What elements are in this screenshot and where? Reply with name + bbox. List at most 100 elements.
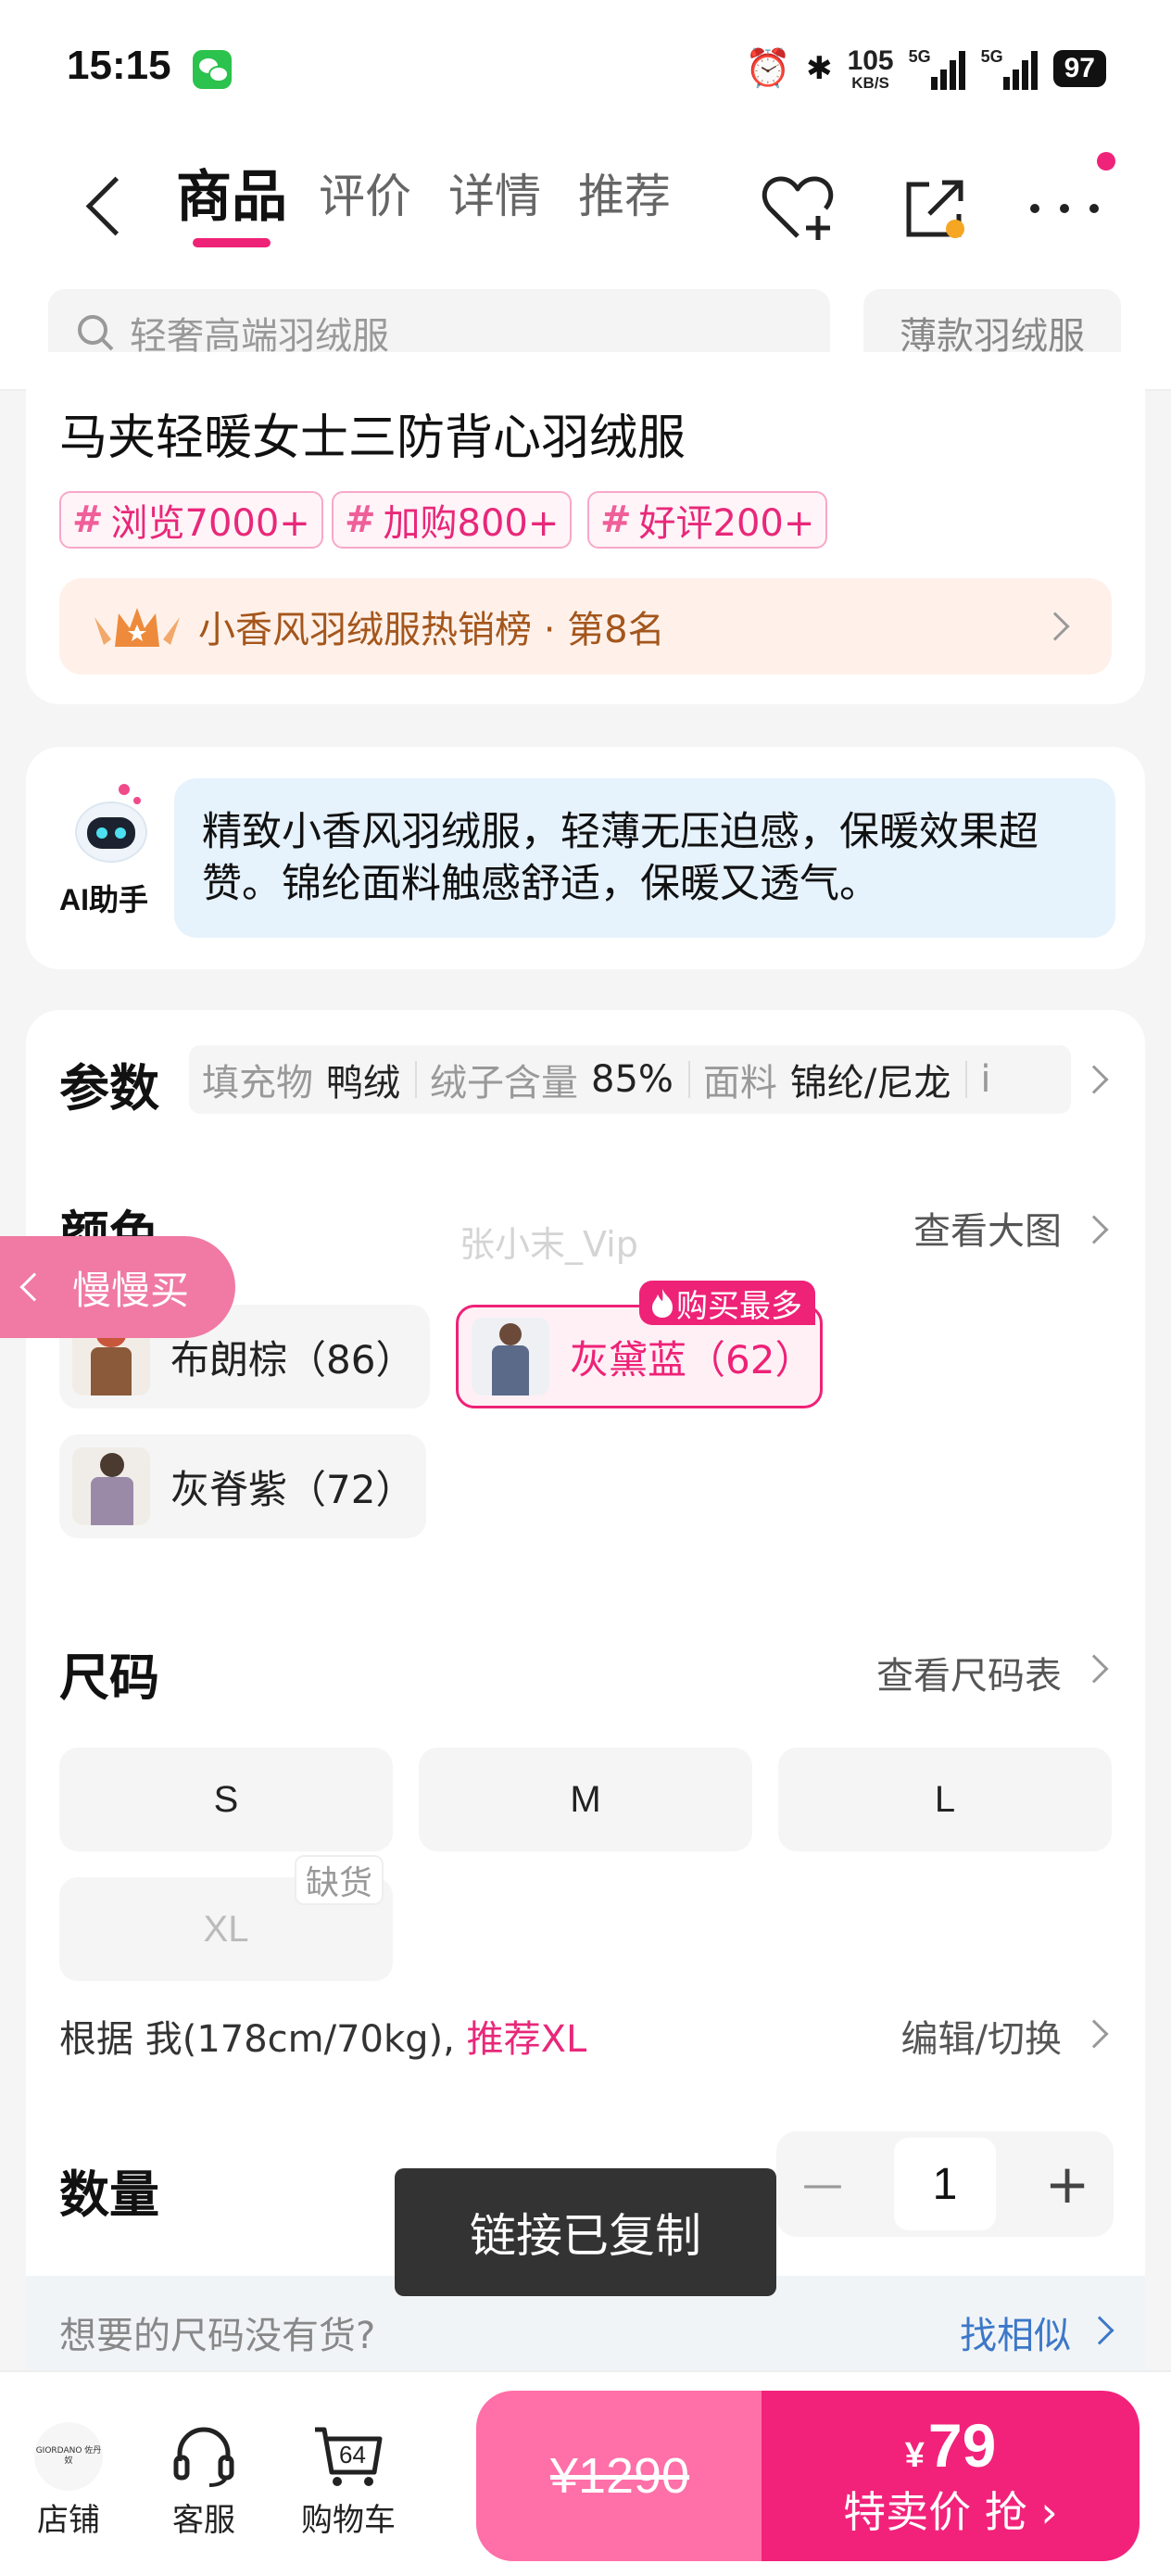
param-key: 面料 [702, 1062, 777, 1105]
tab-details[interactable]: 详情 [448, 159, 541, 226]
signal-icon-1: 5G [909, 47, 966, 90]
robot-icon [75, 784, 147, 863]
fire-icon [652, 1289, 673, 1318]
service-label: 客服 [172, 2502, 235, 2539]
param-value: 85% [591, 1058, 674, 1101]
slow-buy-label: 慢慢买 [72, 1267, 190, 1313]
find-similar-link[interactable]: 找相似 [960, 2305, 1071, 2359]
watermark: 张小末_Vip [460, 1224, 638, 1265]
ai-assistant-label: AI助手 [59, 883, 149, 916]
color-thumb-grey-blue [472, 1318, 549, 1395]
top-nav: 商品 评价 详情 推荐 [0, 139, 1171, 278]
cart-label: 购物车 [301, 2502, 396, 2539]
search-icon [78, 315, 114, 351]
customer-service-button[interactable]: 客服 [148, 2424, 259, 2540]
best-seller-badge: 购买最多 [639, 1281, 815, 1325]
color-label-grey-blue: 灰黛蓝（62） [570, 1336, 814, 1383]
product-title: 马夹轻暖女士三防背心羽绒服 [59, 410, 686, 466]
tag-views[interactable]: # 浏览7000+ [59, 491, 323, 549]
shop-logo-icon: GIORDANO 佐丹奴 [31, 2422, 106, 2491]
sale-price: ¥79 [904, 2410, 997, 2480]
back-icon[interactable] [80, 167, 132, 241]
status-bar: 15:15 ⏰ ✱ 105 KB/S 5G 5G 97 [0, 0, 1171, 139]
net-speed: 105 KB/S [848, 46, 894, 92]
quantity-stepper: — 1 + [776, 2131, 1114, 2237]
quantity-plus-button[interactable]: + [1021, 2131, 1114, 2237]
size-option-s[interactable]: S [59, 1748, 393, 1851]
favorite-heart-icon[interactable] [756, 167, 839, 250]
toast-message: 链接已复制 [395, 2168, 776, 2296]
sale-currency: ¥ [904, 2435, 925, 2475]
size-option-m[interactable]: M [419, 1748, 752, 1851]
params-title: 参数 [59, 1059, 159, 1118]
hint-text: 想要的尺码没有货? [59, 2315, 376, 2357]
sale-cta: 特卖价 抢 › [843, 2487, 1058, 2538]
ai-summary-text: 精致小香风羽绒服，轻薄无压迫感，保暖效果超赞。锦纶面料触感舒适，保暖又透气。 [174, 778, 1115, 938]
more-icon[interactable] [1023, 167, 1106, 250]
tag-good-reviews[interactable]: # 好评200+ [587, 491, 828, 549]
tab-product[interactable]: 商品 [176, 152, 287, 247]
slow-buy-floating-button[interactable]: 慢慢买 [0, 1236, 235, 1338]
size-title: 尺码 [59, 1648, 159, 1707]
quantity-title: 数量 [59, 2166, 159, 2224]
share-icon[interactable] [893, 167, 976, 250]
color-label-brown: 布朗棕（86） [170, 1336, 415, 1383]
chevron-right-icon[interactable] [1079, 1065, 1109, 1094]
headset-icon [167, 2424, 241, 2489]
original-price-button[interactable]: ¥1290 [476, 2391, 763, 2561]
best-seller-label: 购买最多 [676, 1287, 802, 1325]
signal-label-1: 5G [908, 47, 931, 66]
signal-icon-2: 5G [981, 47, 1039, 90]
chevron-right-icon [1085, 2316, 1114, 2345]
cart-count: 64 [339, 2441, 366, 2469]
param-key: 填充物 [202, 1062, 313, 1105]
battery-indicator: 97 [1052, 50, 1106, 87]
cart-button[interactable]: 64 购物车 [293, 2424, 404, 2540]
cart-icon: 64 [311, 2424, 385, 2489]
quantity-value[interactable]: 1 [894, 2138, 996, 2230]
tag-cart-adds[interactable]: # 加购800+ [332, 491, 573, 549]
shop-logo-text: GIORDANO 佐丹奴 [34, 2422, 103, 2491]
view-large-image-link[interactable]: 查看大图 [913, 1201, 1062, 1255]
out-of-stock-badge: 缺货 [295, 1855, 384, 1905]
net-speed-unit: KB/S [851, 73, 889, 92]
notification-dot [1097, 152, 1115, 170]
tab-recommend[interactable]: 推荐 [578, 159, 671, 226]
quantity-minus-button[interactable]: — [776, 2131, 869, 2237]
color-option-grey-purple[interactable]: 灰脊紫（72） [59, 1434, 426, 1538]
bottom-action-bar: GIORDANO 佐丹奴 店铺 客服 64 购物车 ¥1290 ¥79 特卖价 … [0, 2370, 1171, 2576]
size-rec-highlight: 推荐XL [466, 2018, 587, 2061]
wechat-icon [193, 50, 232, 89]
ai-assistant-card: AI助手 精致小香风羽绒服，轻薄无压迫感，保暖效果超赞。锦纶面料触感舒适，保暖又… [26, 747, 1145, 969]
size-recommendation: 根据 我(178cm/70kg), 推荐XL [59, 2009, 586, 2063]
param-key: i [980, 1058, 991, 1101]
param-key: 绒子含量 [430, 1062, 578, 1105]
product-summary-card: 马夹轻暖女士三防背心羽绒服 # 浏览7000+ # 加购800+ # 好评200+ 小… [26, 352, 1145, 704]
param-value: 鸭绒 [326, 1062, 400, 1105]
ranking-banner[interactable]: 小香风羽绒服热销榜 · 第8名 [59, 578, 1112, 675]
sale-price-value: 79 [927, 2410, 997, 2480]
alarm-icon: ⏰ [745, 47, 792, 90]
bluetooth-icon: ✱ [806, 50, 833, 87]
size-rec-prefix: 根据 我(178cm/70kg), [59, 2018, 455, 2061]
param-value: 锦纶/尼龙 [789, 1062, 951, 1105]
chevron-right-icon [1079, 1215, 1109, 1244]
tab-reviews[interactable]: 评价 [319, 159, 411, 226]
signal-label-2: 5G [980, 47, 1003, 66]
params-strip[interactable]: 填充物 鸭绒 绒子含量 85% 面料 锦纶/尼龙 i [189, 1045, 1071, 1114]
buy-now-button[interactable]: ¥79 特卖价 抢 › [762, 2391, 1140, 2561]
tag-views-label: 浏览7000+ [110, 502, 310, 545]
edit-profile-link[interactable]: 编辑/切换 [901, 2009, 1062, 2063]
original-price: ¥1290 [549, 2448, 690, 2504]
size-option-l[interactable]: L [778, 1748, 1112, 1851]
crown-icon [94, 608, 180, 647]
tag-good-reviews-label: 好评200+ [638, 502, 815, 545]
chevron-right-icon [1040, 612, 1070, 641]
size-chart-link[interactable]: 查看尺码表 [876, 1646, 1062, 1699]
shop-button[interactable]: GIORDANO 佐丹奴 店铺 [13, 2422, 124, 2540]
ranking-text: 小香风羽绒服热销榜 · 第8名 [198, 609, 665, 651]
chevron-left-icon [19, 1272, 49, 1302]
color-label-grey-purple: 灰脊紫（72） [170, 1466, 415, 1512]
sale-cta-label: 特卖价 抢 [843, 2487, 1027, 2538]
color-thumb-grey-purple [72, 1447, 150, 1525]
